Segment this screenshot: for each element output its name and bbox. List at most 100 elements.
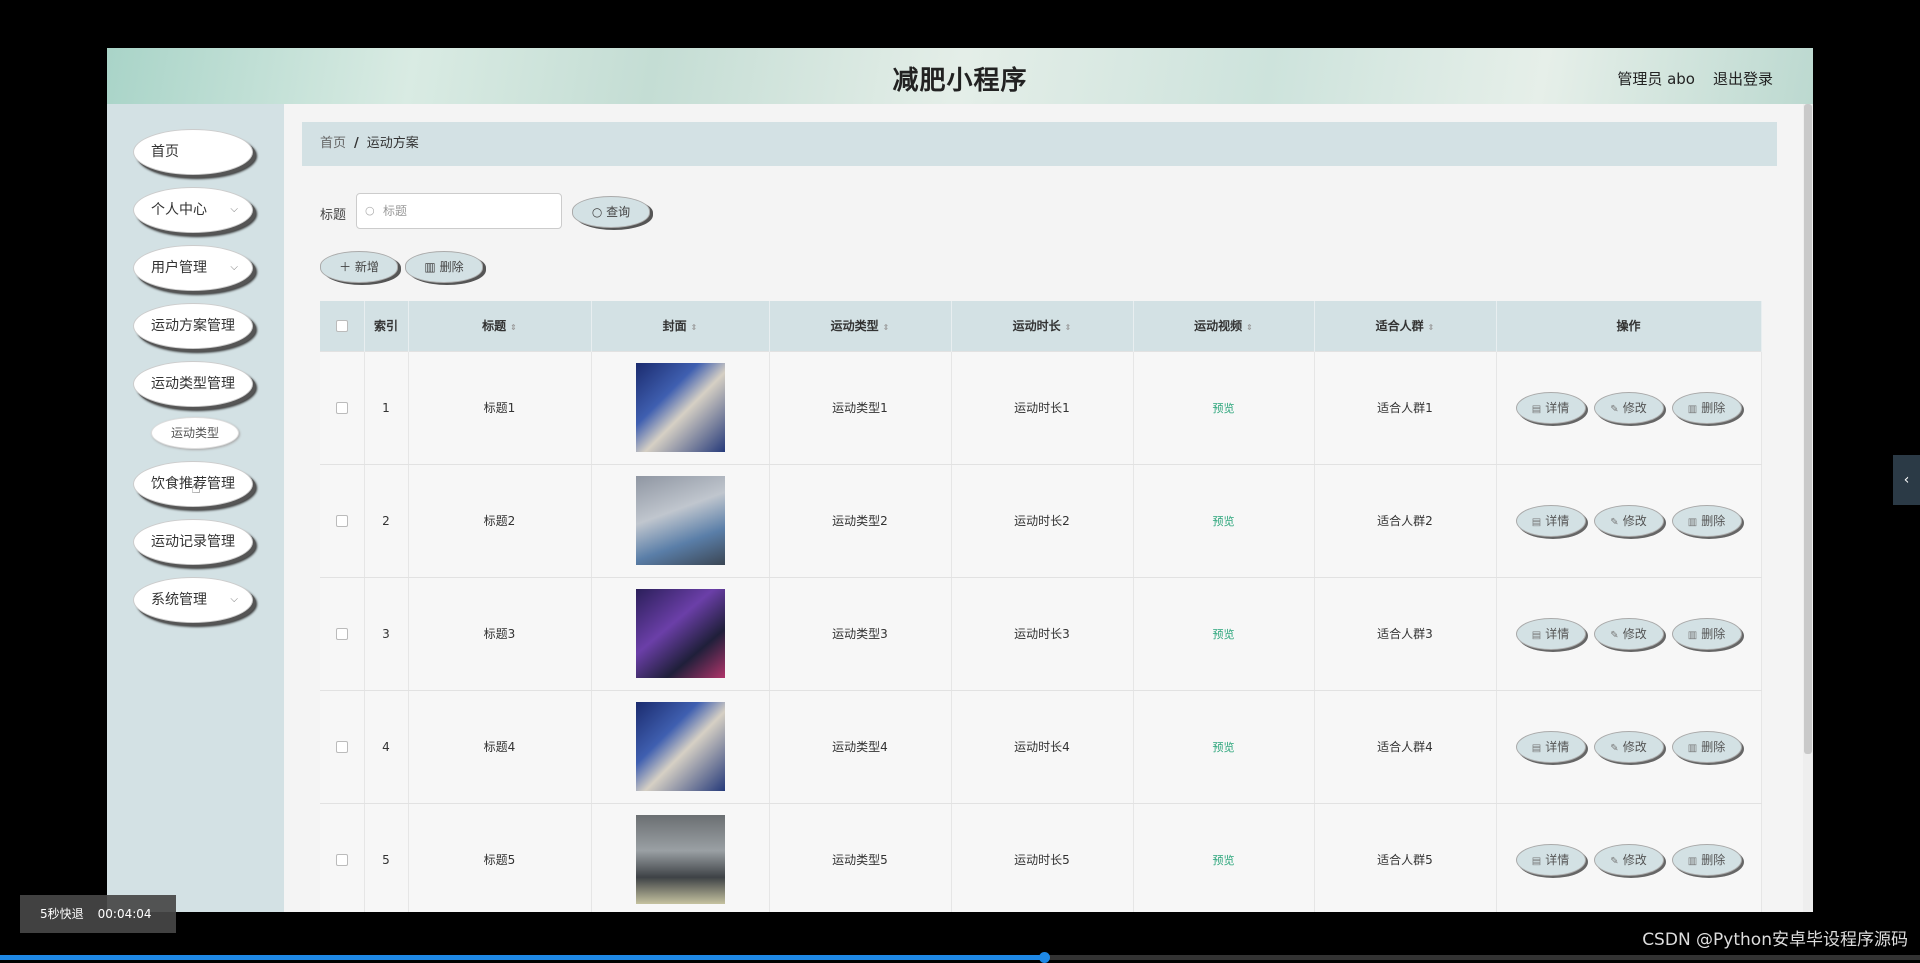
logout-link[interactable]: 退出登录 <box>1713 68 1773 89</box>
column-header-title[interactable]: 标题 ⇕ <box>408 301 592 351</box>
sidebar-subitem-exercise-type[interactable]: 运动类型 <box>151 417 239 449</box>
sidebar-item-label: 运动方案管理 <box>151 318 235 334</box>
progress-knob[interactable] <box>1039 952 1051 963</box>
mouse-cursor-icon: ☝ <box>191 478 201 497</box>
row-checkbox[interactable] <box>320 463 365 578</box>
delete-button[interactable]: ▥ 删除 <box>1671 504 1742 537</box>
cell-title: 标题4 <box>408 689 592 804</box>
row-checkbox[interactable] <box>320 350 365 465</box>
edit-button[interactable]: ✎ 修改 <box>1593 730 1664 763</box>
cell-index: 2 <box>364 463 409 578</box>
cell-index: 3 <box>364 576 409 691</box>
breadcrumb-home[interactable]: 首页 <box>320 136 346 151</box>
table-row: 3 标题3 运动类型3 运动时长3 预览 适合人群3 ▤ 详情 ✎ 修改 ▥ 删除 <box>320 576 1762 691</box>
sidebar-item-exercise-type[interactable]: 运动类型管理 <box>133 361 253 407</box>
column-header-duration[interactable]: 运动时长 ⇕ <box>951 301 1134 351</box>
sidebar-item-exercise-plan[interactable]: 运动方案管理 <box>133 303 253 349</box>
cell-index: 5 <box>364 802 409 912</box>
select-all-checkbox[interactable] <box>320 301 365 351</box>
edit-icon: ✎ <box>1610 629 1619 641</box>
top-bar: 减肥小程序 管理员 abo 退出登录 <box>107 48 1813 104</box>
cover-image[interactable] <box>635 702 725 791</box>
trash-icon: ▥ <box>424 260 440 274</box>
cell-type: 运动类型2 <box>769 463 952 578</box>
column-header-crowd[interactable]: 适合人群 ⇕ <box>1314 301 1497 351</box>
edit-button[interactable]: ✎ 修改 <box>1593 391 1664 424</box>
cell-title: 标题3 <box>408 576 592 691</box>
skip-back-label[interactable]: 5秒快退 <box>40 907 84 921</box>
cover-image[interactable] <box>635 363 725 452</box>
detail-button[interactable]: ▤ 详情 <box>1515 504 1586 537</box>
detail-button[interactable]: ▤ 详情 <box>1515 391 1586 424</box>
cover-image[interactable] <box>635 589 725 678</box>
edit-icon: ✎ <box>1610 742 1619 754</box>
cell-duration: 运动时长2 <box>951 463 1134 578</box>
sidebar-item-exercise-record[interactable]: 运动记录管理 <box>133 519 253 565</box>
row-checkbox[interactable] <box>320 576 365 691</box>
delete-button[interactable]: ▥ 删除 <box>1671 730 1742 763</box>
cell-duration: 运动时长3 <box>951 576 1134 691</box>
cell-duration: 运动时长4 <box>951 689 1134 804</box>
video-preview-link[interactable]: 预览 <box>1213 628 1235 641</box>
query-button[interactable]: ○ 查询 <box>572 196 650 228</box>
cell-type: 运动类型1 <box>769 350 952 465</box>
search-input[interactable]: ○ 标题 <box>356 193 562 229</box>
sidebar-item-system-management[interactable]: 系统管理 ⌵ <box>133 577 253 623</box>
scrollbar[interactable] <box>1803 104 1813 912</box>
search-placeholder: 标题 <box>383 204 408 218</box>
video-progress-bar[interactable] <box>0 952 1920 963</box>
breadcrumb-separator: / <box>354 136 359 151</box>
cover-image[interactable] <box>635 815 725 904</box>
sidebar-item-label: 运动记录管理 <box>151 534 235 550</box>
cell-crowd: 适合人群4 <box>1314 689 1497 804</box>
edit-button[interactable]: ✎ 修改 <box>1593 617 1664 650</box>
add-button[interactable]: ＋ 新增 <box>320 251 398 283</box>
main-content: 首页 / 运动方案 标题 ○ 标题 ○ 查询 ＋ 新增 ▥ 删除 索引 标题 ⇕ 封面… <box>284 104 1813 912</box>
user-info: 管理员 abo <box>1617 70 1695 88</box>
video-preview-link[interactable]: 预览 <box>1213 854 1235 867</box>
video-preview-link[interactable]: 预览 <box>1213 402 1235 415</box>
row-checkbox[interactable] <box>320 802 365 912</box>
column-header-type[interactable]: 运动类型 ⇕ <box>769 301 952 351</box>
row-checkbox[interactable] <box>320 689 365 804</box>
cell-title: 标题1 <box>408 350 592 465</box>
trash-icon: ▥ <box>1687 742 1698 754</box>
column-header-video[interactable]: 运动视频 ⇕ <box>1133 301 1315 351</box>
cell-actions: ▤ 详情 ✎ 修改 ▥ 删除 <box>1496 689 1762 804</box>
sort-icon: ⇕ <box>1427 323 1435 333</box>
collapse-arrow-icon[interactable]: ‹ <box>1893 455 1920 505</box>
watermark <box>1395 818 1715 888</box>
video-preview-link[interactable]: 预览 <box>1213 741 1235 754</box>
sidebar-item-user-management[interactable]: 用户管理 ⌵ <box>133 245 253 291</box>
delete-button-label: 删除 <box>439 260 464 274</box>
batch-delete-button[interactable]: ▥ 删除 <box>405 251 483 283</box>
cell-cover <box>591 576 770 691</box>
edit-button[interactable]: ✎ 修改 <box>1593 504 1664 537</box>
document-icon: ▤ <box>1531 516 1542 528</box>
sort-icon: ⇕ <box>690 323 698 333</box>
cell-type: 运动类型5 <box>769 802 952 912</box>
delete-button[interactable]: ▥ 删除 <box>1671 391 1742 424</box>
edit-icon: ✎ <box>1610 516 1619 528</box>
detail-button[interactable]: ▤ 详情 <box>1515 617 1586 650</box>
app-window: 减肥小程序 管理员 abo 退出登录 首页 个人中心 ⌵ 用户管理 ⌵ 运动方案管理… <box>107 48 1813 912</box>
delete-button[interactable]: ▥ 删除 <box>1671 617 1742 650</box>
video-preview-link[interactable]: 预览 <box>1213 515 1235 528</box>
cell-cover <box>591 802 770 912</box>
scrollbar-thumb[interactable] <box>1804 104 1812 754</box>
sidebar-item-personal-center[interactable]: 个人中心 ⌵ <box>133 187 253 233</box>
column-header-index: 索引 <box>364 301 409 351</box>
column-header-cover[interactable]: 封面 ⇕ <box>591 301 770 351</box>
cell-index: 4 <box>364 689 409 804</box>
cell-crowd: 适合人群1 <box>1314 350 1497 465</box>
sidebar-item-home[interactable]: 首页 <box>133 129 253 175</box>
sort-icon: ⇕ <box>882 323 890 333</box>
sort-icon: ⇕ <box>1246 323 1253 333</box>
search-label: 标题 <box>320 208 347 223</box>
detail-button[interactable]: ▤ 详情 <box>1515 730 1586 763</box>
progress-fill <box>0 955 1045 960</box>
cell-video: 预览 <box>1133 463 1315 578</box>
cell-title: 标题5 <box>408 802 592 912</box>
cover-image[interactable] <box>635 476 725 565</box>
cell-duration: 运动时长5 <box>951 802 1134 912</box>
